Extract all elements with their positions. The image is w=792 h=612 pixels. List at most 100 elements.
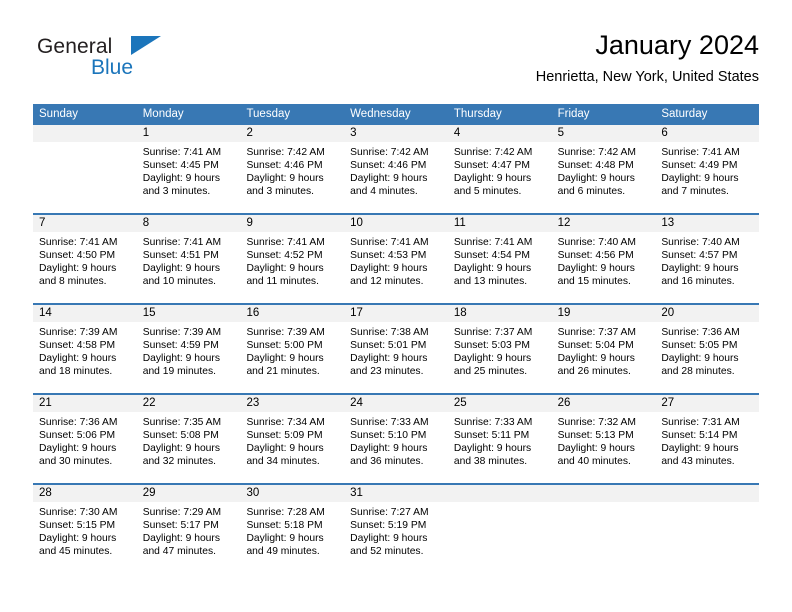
day-cell-13[interactable]: 13 Sunrise: 7:40 AM Sunset: 4:57 PM Dayligh… (655, 215, 760, 303)
day-cell-15[interactable]: 15 Sunrise: 7:39 AM Sunset: 4:59 PM Dayligh… (136, 305, 241, 393)
title-block: January 2024 Henrietta, New York, United… (536, 28, 759, 86)
day-cell-6[interactable]: 6 Sunrise: 7:41 AM Sunset: 4:49 PM Daylight… (655, 125, 760, 213)
day-cell-1[interactable]: 1 Sunrise: 7:41 AM Sunset: 4:45 PM Daylight… (136, 125, 241, 213)
daylight-text: and 52 minutes. (350, 546, 424, 558)
day-details: Sunrise: 7:39 AM Sunset: 4:59 PM Daylight:… (137, 322, 241, 378)
day-details: Sunrise: 7:31 AM Sunset: 5:14 PM Daylight:… (655, 412, 759, 468)
daylight-text: Daylight: 9 hours (39, 533, 117, 545)
day-number: 8 (136, 215, 241, 232)
day-cell-10[interactable]: 10 Sunrise: 7:41 AM Sunset: 4:53 PM Dayligh… (344, 215, 448, 303)
day-cell-27[interactable]: 27 Sunrise: 7:31 AM Sunset: 5:14 PM Dayligh… (655, 395, 760, 483)
day-cell-23[interactable]: 23 Sunrise: 7:34 AM Sunset: 5:09 PM Dayligh… (240, 395, 345, 483)
sunrise-text: Sunrise: 7:32 AM (557, 417, 637, 428)
day-details: Sunrise: 7:38 AM Sunset: 5:01 PM Daylight:… (344, 322, 448, 378)
day-number: 11 (447, 215, 552, 232)
day-cell-25[interactable]: 25 Sunrise: 7:33 AM Sunset: 5:11 PM Dayligh… (447, 395, 552, 483)
sunrise-text: Sunrise: 7:27 AM (350, 507, 429, 518)
day-details: Sunrise: 7:33 AM Sunset: 5:10 PM Daylight:… (344, 412, 448, 468)
day-cell-4[interactable]: 4 Sunrise: 7:42 AM Sunset: 4:47 PM Daylight… (447, 125, 552, 213)
day-details: Sunrise: 7:28 AM Sunset: 5:18 PM Daylight:… (240, 502, 344, 558)
daylight-text: Daylight: 9 hours (39, 443, 117, 455)
day-cell-8[interactable]: 8 Sunrise: 7:41 AM Sunset: 4:51 PM Daylight… (136, 215, 241, 303)
day-number: 4 (447, 125, 552, 142)
weekday-header-sunday: Sunday (39, 108, 79, 120)
day-number: 21 (33, 395, 137, 412)
day-number: 20 (655, 305, 760, 322)
day-details: Sunrise: 7:36 AM Sunset: 5:05 PM Daylight:… (655, 322, 759, 378)
day-cell-3[interactable]: 3 Sunrise: 7:42 AM Sunset: 4:46 PM Daylight… (344, 125, 448, 213)
general-blue-logo[interactable]: General Blue (37, 34, 237, 90)
day-cell-12[interactable]: 12 Sunrise: 7:40 AM Sunset: 4:56 PM Dayligh… (551, 215, 656, 303)
weekday-header-saturday: Saturday (661, 108, 708, 120)
sunrise-text: Sunrise: 7:29 AM (142, 507, 222, 518)
day-cell-29[interactable]: 29 Sunrise: 7:29 AM Sunset: 5:17 PM Dayligh… (136, 485, 241, 573)
day-cell-empty (447, 485, 552, 573)
day-number: 25 (447, 395, 552, 412)
page-title: January 2024 (595, 30, 759, 60)
day-cell-19[interactable]: 19 Sunrise: 7:37 AM Sunset: 5:04 PM Dayligh… (551, 305, 656, 393)
day-cell-5[interactable]: 5 Sunrise: 7:42 AM Sunset: 4:48 PM Daylight… (551, 125, 656, 213)
sunset-text: Sunset: 5:13 PM (557, 430, 634, 442)
daylight-text: and 32 minutes. (142, 456, 216, 468)
sunrise-text: Sunrise: 7:40 AM (557, 237, 637, 248)
calendar-week-row: 14 Sunrise: 7:39 AM Sunset: 4:58 PM Dayligh… (33, 303, 760, 393)
daylight-text: Daylight: 9 hours (661, 353, 739, 365)
sunset-text: Sunset: 4:57 PM (661, 250, 738, 262)
sunset-text: Sunset: 5:01 PM (350, 340, 427, 352)
sunset-text: Sunset: 5:11 PM (453, 430, 530, 442)
sunrise-text: Sunrise: 7:41 AM (661, 147, 740, 158)
week-cells: 7 Sunrise: 7:41 AM Sunset: 4:50 PM Daylight… (33, 215, 760, 303)
daylight-text: Daylight: 9 hours (246, 353, 324, 365)
sunset-text: Sunset: 4:54 PM (453, 250, 531, 262)
day-number (33, 125, 137, 142)
day-cell-16[interactable]: 16 Sunrise: 7:39 AM Sunset: 5:00 PM Dayligh… (240, 305, 345, 393)
day-number: 29 (136, 485, 241, 502)
day-cell-7[interactable]: 7 Sunrise: 7:41 AM Sunset: 4:50 PM Daylight… (33, 215, 137, 303)
day-cell-31[interactable]: 31 Sunrise: 7:27 AM Sunset: 5:19 PM Dayligh… (344, 485, 448, 573)
day-details (552, 502, 656, 506)
day-number: 14 (33, 305, 137, 322)
day-cell-28[interactable]: 28 Sunrise: 7:30 AM Sunset: 5:15 PM Dayligh… (33, 485, 137, 573)
daylight-text: Daylight: 9 hours (246, 533, 324, 545)
day-cell-24[interactable]: 24 Sunrise: 7:33 AM Sunset: 5:10 PM Dayligh… (344, 395, 448, 483)
week-cells: 1 Sunrise: 7:41 AM Sunset: 4:45 PM Daylight… (33, 125, 760, 213)
day-cell-empty (551, 485, 656, 573)
day-cell-22[interactable]: 22 Sunrise: 7:35 AM Sunset: 5:08 PM Dayligh… (136, 395, 241, 483)
day-cell-20[interactable]: 20 Sunrise: 7:36 AM Sunset: 5:05 PM Dayligh… (655, 305, 760, 393)
week-cells: 14 Sunrise: 7:39 AM Sunset: 4:58 PM Dayligh… (33, 305, 760, 393)
daylight-text: Daylight: 9 hours (661, 173, 739, 185)
week-cells: 28 Sunrise: 7:30 AM Sunset: 5:15 PM Dayligh… (33, 485, 760, 573)
day-cell-9[interactable]: 9 Sunrise: 7:41 AM Sunset: 4:52 PM Daylight… (240, 215, 345, 303)
day-cell-11[interactable]: 11 Sunrise: 7:41 AM Sunset: 4:54 PM Dayligh… (447, 215, 552, 303)
sunset-text: Sunset: 4:53 PM (350, 250, 427, 262)
sunset-text: Sunset: 5:06 PM (39, 430, 116, 442)
sunrise-text: Sunrise: 7:33 AM (453, 417, 533, 428)
daylight-text: and 7 minutes. (661, 186, 729, 198)
sunset-text: Sunset: 5:03 PM (453, 340, 531, 352)
day-cell-18[interactable]: 18 Sunrise: 7:37 AM Sunset: 5:03 PM Dayligh… (447, 305, 552, 393)
day-details: Sunrise: 7:42 AM Sunset: 4:46 PM Daylight:… (240, 142, 344, 198)
day-cell-17[interactable]: 17 Sunrise: 7:38 AM Sunset: 5:01 PM Dayligh… (344, 305, 448, 393)
daylight-text: and 30 minutes. (39, 456, 113, 468)
sunset-text: Sunset: 4:59 PM (142, 340, 219, 352)
sunrise-text: Sunrise: 7:42 AM (246, 147, 325, 158)
daylight-text: and 38 minutes. (453, 456, 528, 468)
sunset-text: Sunset: 4:56 PM (557, 250, 634, 262)
sunrise-text: Sunrise: 7:38 AM (350, 327, 429, 338)
daylight-text: Daylight: 9 hours (142, 533, 220, 545)
day-cell-21[interactable]: 21 Sunrise: 7:36 AM Sunset: 5:06 PM Dayligh… (33, 395, 137, 483)
daylight-text: and 26 minutes. (557, 366, 631, 378)
sunrise-text: Sunrise: 7:37 AM (453, 327, 533, 338)
sunrise-text: Sunrise: 7:39 AM (142, 327, 222, 338)
sunset-text: Sunset: 5:19 PM (350, 520, 427, 532)
daylight-text: Daylight: 9 hours (557, 353, 635, 365)
calendar-week-row: 28 Sunrise: 7:30 AM Sunset: 5:15 PM Dayligh… (33, 483, 760, 573)
day-cell-14[interactable]: 14 Sunrise: 7:39 AM Sunset: 4:58 PM Dayligh… (33, 305, 137, 393)
day-details: Sunrise: 7:41 AM Sunset: 4:50 PM Daylight:… (33, 232, 137, 288)
day-number: 5 (551, 125, 656, 142)
day-cell-30[interactable]: 30 Sunrise: 7:28 AM Sunset: 5:18 PM Dayligh… (240, 485, 345, 573)
day-cell-26[interactable]: 26 Sunrise: 7:32 AM Sunset: 5:13 PM Dayligh… (551, 395, 656, 483)
day-cell-2[interactable]: 2 Sunrise: 7:42 AM Sunset: 4:46 PM Daylight… (240, 125, 345, 213)
day-details: Sunrise: 7:42 AM Sunset: 4:46 PM Daylight:… (344, 142, 448, 198)
daylight-text: and 21 minutes. (246, 366, 320, 378)
